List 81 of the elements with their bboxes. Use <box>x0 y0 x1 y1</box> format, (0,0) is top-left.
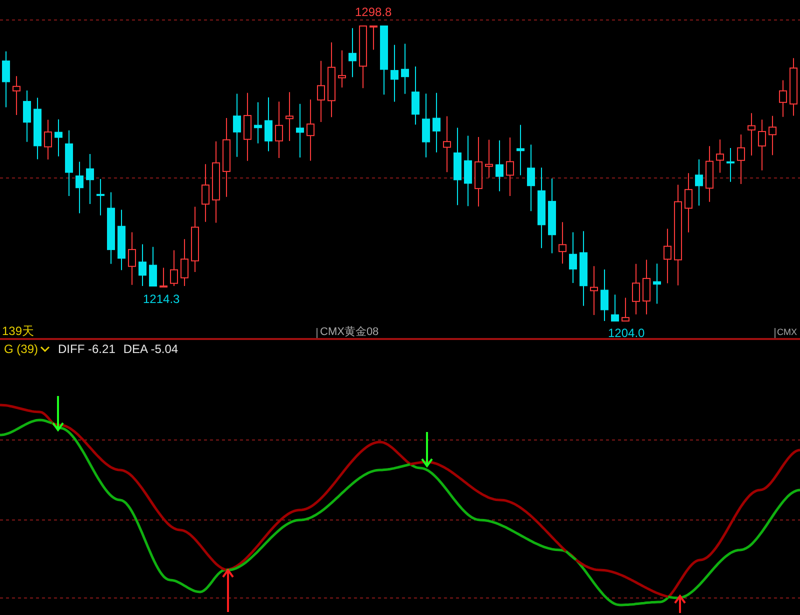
candlestick <box>684 172 692 233</box>
candlestick <box>244 92 252 162</box>
candlestick <box>653 263 661 304</box>
candlestick <box>370 26 378 50</box>
candlestick <box>118 209 126 271</box>
candlestick <box>622 297 630 322</box>
candlestick <box>768 115 776 156</box>
candlestick <box>202 164 210 222</box>
candlestick <box>12 76 20 116</box>
candlestick <box>23 90 31 142</box>
candlestick <box>254 102 262 144</box>
candlestick <box>34 97 42 160</box>
candlestick <box>506 136 514 196</box>
candlestick <box>474 136 482 207</box>
candlestick <box>706 146 714 202</box>
candlestick <box>695 158 703 206</box>
candlestick <box>401 43 409 94</box>
candlestick <box>54 118 62 157</box>
candlestick <box>527 144 535 212</box>
dea-value: DEA -5.04 <box>123 342 178 356</box>
candlestick <box>558 222 566 264</box>
up-arrow-icon <box>674 594 686 613</box>
candlestick <box>726 148 734 182</box>
candlestick <box>496 140 504 192</box>
candlestick <box>76 161 84 214</box>
candlestick <box>443 116 451 173</box>
down-arrow-icon <box>52 396 64 432</box>
diff-value: DIFF -6.21 <box>58 342 116 356</box>
candlestick <box>779 80 787 118</box>
low-price-label: 1214.3 <box>143 292 180 306</box>
candlestick <box>664 228 672 284</box>
candlestick <box>180 238 188 286</box>
candlestick <box>422 93 430 158</box>
candlestick <box>2 50 10 108</box>
candlestick <box>432 92 440 153</box>
candlestick <box>275 101 283 158</box>
candlestick <box>748 112 756 156</box>
candlestick <box>338 50 346 88</box>
symbol-label: CMX黄金08 <box>320 326 379 338</box>
candlestick <box>296 103 304 158</box>
candlestick <box>632 263 640 315</box>
candlestick <box>138 244 146 286</box>
period-label: 139天 <box>2 324 34 338</box>
candlestick <box>600 269 608 322</box>
indicator-name[interactable]: G (39) <box>4 342 38 356</box>
candlestick <box>516 124 524 176</box>
candlestick <box>128 232 136 286</box>
candlestick <box>464 135 472 207</box>
candlestick <box>642 259 650 315</box>
candlestick <box>790 58 798 116</box>
candlestick <box>359 26 367 89</box>
candlestick <box>590 266 598 316</box>
candlestick <box>380 26 388 96</box>
candlestick <box>65 130 73 196</box>
candlestick <box>569 232 577 284</box>
candlestick <box>306 99 314 162</box>
symbol-label: CMX <box>777 327 797 337</box>
candlestick <box>317 60 325 122</box>
candlestick <box>348 28 356 78</box>
candlestick <box>286 92 294 142</box>
candlestick <box>170 250 178 286</box>
candlestick <box>758 119 766 171</box>
up-arrow-icon <box>222 568 234 612</box>
high-price-label: 1298.8 <box>355 5 392 19</box>
candlestick <box>191 206 199 272</box>
candlestick <box>737 134 745 184</box>
candlestick <box>485 139 493 178</box>
candlestick <box>44 119 52 160</box>
candlestick <box>716 139 724 174</box>
candlestick <box>390 44 398 102</box>
candlestick <box>264 96 272 152</box>
candlestick <box>412 66 420 126</box>
candlestick <box>149 246 157 286</box>
candlestick <box>611 294 619 322</box>
caret-icon[interactable] <box>40 345 50 353</box>
down-arrow-icon <box>421 432 433 468</box>
candlestick <box>86 154 94 205</box>
low-price-label: 1204.0 <box>608 326 645 338</box>
candlestick <box>160 267 168 288</box>
candlestick <box>96 178 104 216</box>
candlestick <box>233 93 241 158</box>
